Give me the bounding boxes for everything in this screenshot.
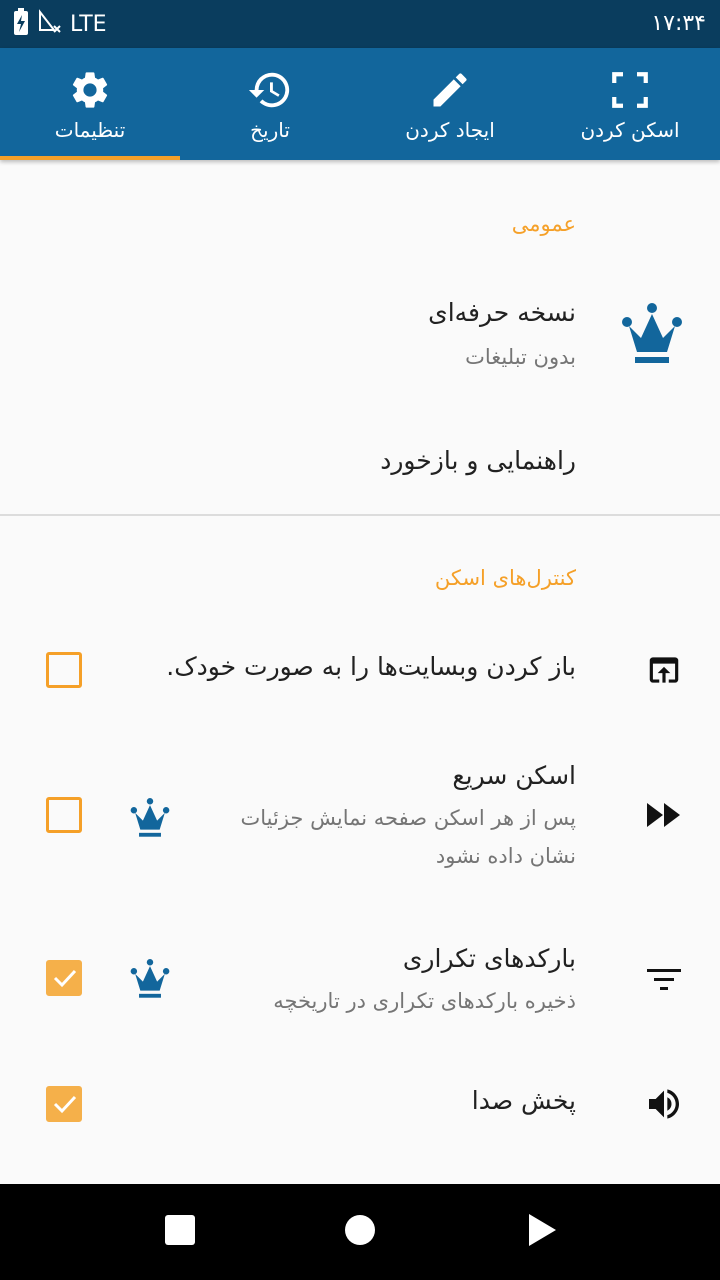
filter-icon — [644, 960, 684, 1000]
pref-play-sound[interactable]: پخش صدا — [0, 1060, 720, 1150]
section-divider — [0, 514, 720, 516]
tab-bar: تنظیمات تاریخ ایجاد کردن اسکن کردن — [0, 48, 720, 160]
pref-quick-scan[interactable]: اسکن سریع پس از هر اسکن صفحه نمایش جزئیا… — [0, 745, 720, 885]
quick-scan-checkbox[interactable] — [46, 797, 82, 833]
duplicate-barcodes-checkbox[interactable] — [46, 960, 82, 996]
volume-icon — [644, 1084, 684, 1124]
pref-title: راهنمایی و بازخورد — [380, 446, 576, 475]
network-type: LTE — [70, 11, 107, 37]
recents-square-icon — [164, 1214, 196, 1250]
tab-settings[interactable]: تنظیمات — [0, 48, 180, 160]
pref-help-feedback[interactable]: راهنمایی و بازخورد — [0, 410, 720, 510]
open-websites-checkbox[interactable] — [46, 652, 82, 688]
tab-label: تنظیمات — [54, 118, 126, 142]
checkmark-icon — [53, 1095, 77, 1114]
pref-summary: بدون تبلیغات — [465, 345, 576, 369]
recents-button[interactable] — [120, 1184, 240, 1280]
back-button[interactable] — [482, 1184, 602, 1280]
tab-history[interactable]: تاریخ — [180, 48, 360, 160]
checkmark-icon — [53, 969, 77, 988]
scan-frame-icon — [609, 66, 651, 114]
crown-icon — [620, 300, 684, 368]
section-header-scan-controls: کنترل‌های اسکن — [434, 566, 576, 590]
pref-title: باز کردن وبسایت‌ها را به صورت خودک. — [166, 652, 576, 681]
navigation-bar — [0, 1184, 720, 1280]
play-sound-checkbox[interactable] — [46, 1086, 82, 1122]
status-bar: LTE ۱۷:۳۴ — [0, 0, 720, 48]
section-header-general: عمومی — [511, 212, 576, 236]
home-button[interactable] — [300, 1184, 420, 1280]
pref-open-websites[interactable]: باز کردن وبسایت‌ها را به صورت خودک. — [0, 618, 720, 722]
crown-icon — [130, 797, 170, 843]
pref-summary-line2: نشان داده نشود — [435, 844, 576, 868]
settings-list: عمومی نسخه حرفه‌ای بدون تبلیغات راهنمایی… — [0, 160, 720, 1184]
tab-create[interactable]: ایجاد کردن — [360, 48, 540, 160]
back-triangle-icon — [526, 1213, 558, 1251]
tab-label: اسکن کردن — [580, 118, 680, 142]
home-circle-icon — [344, 1214, 376, 1250]
battery-charging-icon — [12, 8, 30, 40]
fast-forward-icon — [644, 795, 684, 835]
tab-label: تاریخ — [250, 118, 290, 142]
pref-title: پخش صدا — [471, 1086, 576, 1115]
crown-icon — [130, 958, 170, 1004]
pref-duplicate-barcodes[interactable]: بارکدهای تکراری ذخیره بارکدهای تکراری در… — [0, 930, 720, 1040]
history-icon — [247, 66, 293, 114]
clock: ۱۷:۳۴ — [651, 11, 706, 36]
pref-title: اسکن سریع — [452, 761, 576, 790]
pref-summary: ذخیره بارکدهای تکراری در تاریخچه — [273, 989, 576, 1013]
open-in-browser-icon — [644, 650, 684, 690]
tab-label: ایجاد کردن — [405, 118, 495, 142]
gear-icon — [68, 66, 112, 114]
pref-title: نسخه حرفه‌ای — [428, 298, 576, 327]
pencil-icon — [428, 66, 472, 114]
pref-pro-version[interactable]: نسخه حرفه‌ای بدون تبلیغات — [0, 280, 720, 398]
tab-scan[interactable]: اسکن کردن — [540, 48, 720, 160]
pref-title: بارکدهای تکراری — [402, 944, 576, 973]
pref-summary-line1: پس از هر اسکن صفحه نمایش جزئیات — [240, 806, 576, 830]
signal-icon — [38, 8, 62, 40]
